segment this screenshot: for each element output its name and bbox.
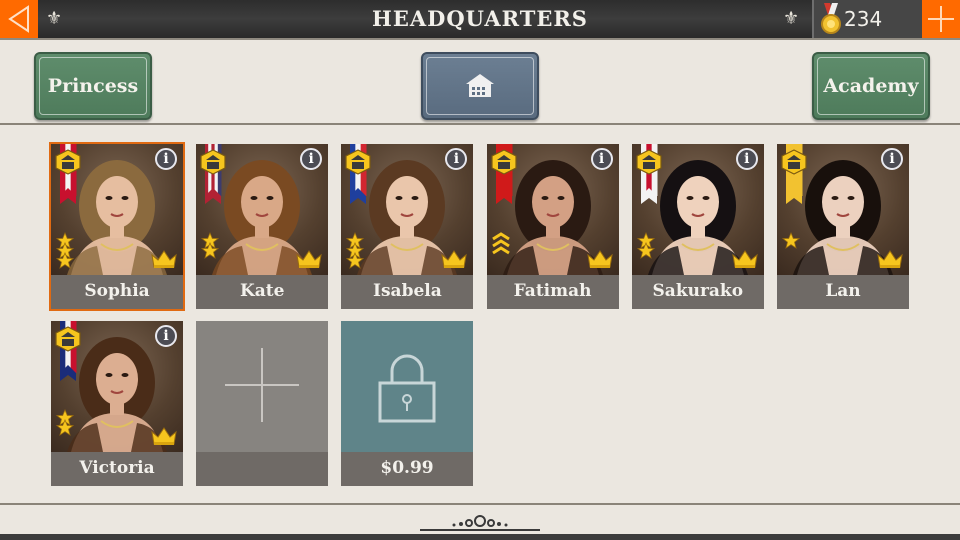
crown-icon [151, 250, 177, 268]
info-icon[interactable]: i [155, 148, 177, 170]
character-card-fatimah[interactable]: i Fatimah [486, 144, 619, 309]
character-portrait: i [341, 144, 474, 275]
character-name: Lan [777, 275, 909, 309]
rank-stars-icon [781, 231, 801, 249]
add-gold-button[interactable] [922, 0, 960, 38]
crown-icon [151, 427, 177, 445]
academy-label: Academy [823, 75, 919, 97]
character-card-kate[interactable]: i Kate [196, 144, 329, 309]
character-portrait: i [777, 144, 909, 275]
page-title: HEADQUARTERS [372, 6, 588, 31]
nation-flag-icon [55, 321, 81, 381]
locked-slot-area [341, 321, 473, 452]
character-card-lan[interactable]: i Lan [777, 144, 909, 309]
character-card-victoria[interactable]: i Victoria [51, 321, 183, 486]
academy-button[interactable]: Academy [812, 52, 930, 120]
character-portrait: i [631, 144, 764, 275]
character-portrait: i [486, 144, 619, 275]
medal-icon [821, 3, 841, 34]
headquarters-home-button[interactable] [421, 52, 539, 120]
crown-icon [296, 250, 322, 268]
fleur-ornament-icon: ⚜ [46, 8, 63, 29]
unlock-price: $0.99 [341, 452, 473, 486]
info-icon[interactable]: i [735, 148, 758, 170]
header-divider [0, 123, 960, 125]
crown-icon [877, 250, 903, 268]
character-portrait: i [196, 144, 329, 275]
back-button[interactable] [0, 0, 38, 38]
character-name: Sophia [51, 275, 183, 309]
nation-flag-icon [490, 144, 517, 204]
nation-flag-icon [55, 144, 81, 204]
character-portrait: i [51, 321, 183, 452]
nation-flag-icon [200, 144, 226, 204]
nation-flag-icon [781, 144, 807, 204]
character-name: Sakurako [631, 275, 764, 309]
gold-counter: 234 [812, 0, 924, 38]
gold-amount: 234 [844, 7, 883, 31]
princess-label: Princess [47, 75, 139, 97]
footer-divider [0, 503, 960, 505]
character-name: Kate [196, 275, 329, 309]
footer-bar [0, 534, 960, 540]
crown-icon [441, 250, 468, 268]
plus-icon [225, 348, 299, 422]
fleur-ornament-icon: ⚜ [783, 8, 800, 29]
locked-character-slot[interactable]: $0.99 [341, 321, 473, 486]
rank-stars-icon [346, 231, 365, 269]
house-icon [466, 74, 494, 97]
empty-slot-label [196, 452, 328, 486]
info-icon[interactable]: i [881, 148, 903, 170]
character-card-isabela[interactable]: i Isabela [341, 144, 474, 309]
info-icon[interactable]: i [590, 148, 613, 170]
character-name: Fatimah [486, 275, 619, 309]
character-portrait: i [51, 144, 183, 275]
character-name: Victoria [51, 452, 183, 486]
lock-icon [378, 354, 436, 423]
nation-flag-icon [345, 144, 371, 204]
character-card-sophia[interactable]: i Sophia [49, 142, 185, 311]
rank-stars-icon [491, 232, 510, 255]
top-bar: ⚜ HEADQUARTERS ⚜ 234 [0, 0, 960, 40]
rank-stars-icon [636, 231, 655, 259]
crown-icon [586, 250, 613, 268]
character-name: Isabela [341, 275, 474, 309]
empty-slot-area [196, 321, 328, 452]
info-icon[interactable]: i [155, 325, 177, 347]
empty-character-slot[interactable] [196, 321, 328, 486]
princess-button[interactable]: Princess [34, 52, 152, 120]
character-card-sakurako[interactable]: i Sakurako [631, 144, 764, 309]
triangle-left-icon [8, 5, 29, 33]
rank-stars-icon [55, 231, 75, 269]
scroll-ornament-icon [420, 515, 540, 531]
rank-stars-icon [201, 231, 220, 259]
rank-stars-icon [55, 408, 75, 436]
nation-flag-icon [636, 144, 662, 204]
crown-icon [732, 250, 758, 268]
